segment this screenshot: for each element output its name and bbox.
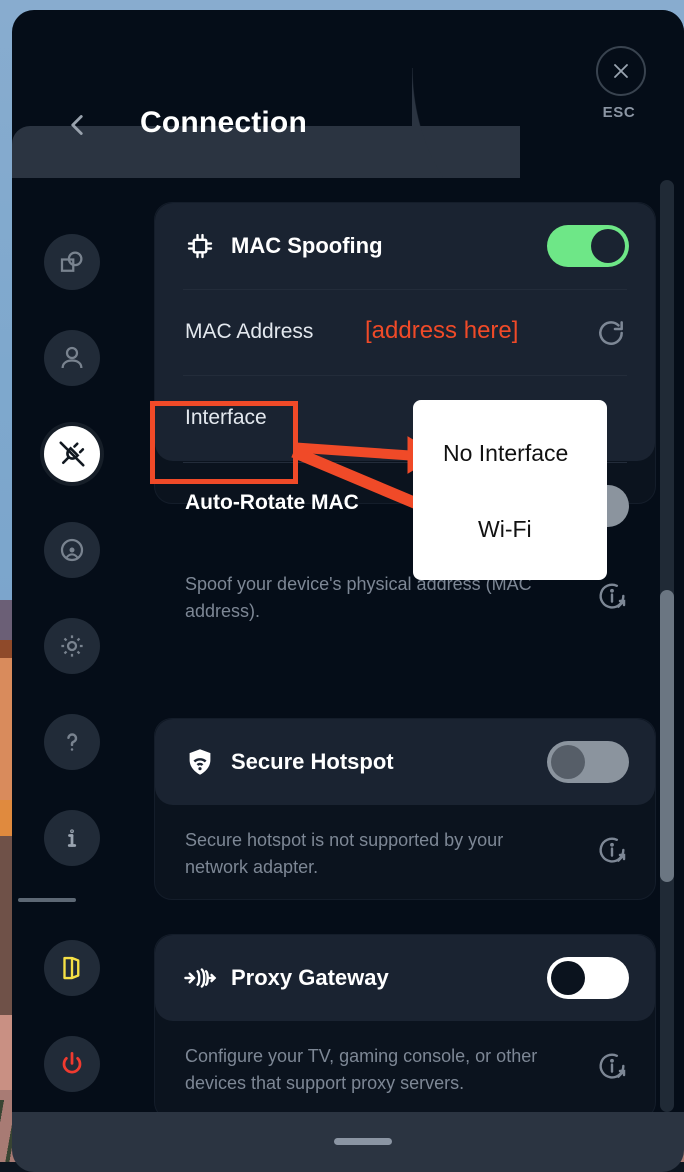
info-i-icon (67, 829, 77, 847)
plug-disconnect-icon (59, 441, 85, 467)
sidebar-item-about[interactable] (44, 810, 100, 866)
page-title: Connection (140, 106, 307, 139)
toggle-knob (551, 961, 585, 995)
card-proxy-gateway: Proxy Gateway Configure your TV, gaming … (154, 934, 656, 1120)
sidebar-divider (18, 898, 76, 902)
refresh-icon (599, 321, 623, 345)
person-icon (61, 346, 83, 369)
info-external-icon (599, 1053, 626, 1079)
info-secure-hotspot-button[interactable] (595, 833, 629, 867)
chevron-left-icon (71, 115, 83, 135)
sidebar-item-recording[interactable] (44, 522, 100, 578)
description-secure-hotspot: Secure hotspot is not supported by your … (155, 805, 655, 899)
card-secure-hotspot: Secure Hotspot Secure hotspot is not sup… (154, 718, 656, 900)
row-label-mac-address: MAC Address (185, 320, 314, 343)
sidebar-item-apps[interactable] (44, 234, 100, 290)
info-external-icon (599, 837, 626, 863)
gear-icon (61, 635, 83, 657)
card-title-proxy-gateway: Proxy Gateway (231, 965, 389, 990)
sidebar-item-exit[interactable] (44, 940, 100, 996)
toggle-knob (551, 745, 585, 779)
scrollbar-thumb[interactable] (660, 590, 674, 882)
sidebar-item-connection[interactable] (44, 426, 100, 482)
row-label-auto-rotate-mac: Auto-Rotate MAC (185, 491, 359, 514)
cpu-chip-icon (183, 229, 217, 263)
description-text: Configure your TV, gaming console, or ot… (185, 1046, 538, 1093)
shield-wifi-icon (183, 745, 217, 779)
description-text: Secure hotspot is not supported by your … (185, 830, 504, 877)
target-record-icon (60, 538, 84, 562)
annotation-highlight-box (150, 401, 298, 484)
info-external-icon (599, 583, 626, 609)
app-window: Connection ESC MAC Spoofing MAC Address … (12, 10, 684, 1172)
back-button[interactable] (60, 108, 94, 142)
annotation-options-panel: No Interface Wi-Fi (413, 400, 607, 580)
question-mark-icon (67, 733, 78, 751)
sidebar-item-power[interactable] (44, 1036, 100, 1092)
close-x-icon (614, 64, 628, 78)
toggle-proxy-gateway[interactable] (547, 957, 629, 999)
annotation-option-no-interface[interactable]: No Interface (443, 440, 568, 467)
toggle-secure-hotspot[interactable] (547, 741, 629, 783)
toggle-mac-spoofing[interactable] (547, 225, 629, 267)
info-proxy-gateway-button[interactable] (595, 1049, 629, 1083)
exit-door-icon (63, 956, 80, 980)
header-curve (412, 68, 542, 178)
power-icon (62, 1052, 82, 1074)
close-button[interactable] (596, 46, 646, 96)
info-mac-spoofing-button[interactable] (595, 579, 629, 613)
shapes-overlap-icon (60, 251, 83, 272)
description-proxy-gateway: Configure your TV, gaming console, or ot… (155, 1021, 655, 1119)
refresh-mac-button[interactable] (595, 317, 627, 349)
toggle-knob (591, 229, 625, 263)
settings-list: MAC Spoofing MAC Address [address here] … (144, 180, 664, 1120)
card-title-mac-spoofing: MAC Spoofing (231, 233, 383, 258)
card-title-secure-hotspot: Secure Hotspot (231, 749, 394, 774)
sidebar-item-settings[interactable] (44, 618, 100, 674)
row-mac-address[interactable]: MAC Address [address here] (155, 290, 655, 376)
row-value-mac-address: [address here] (365, 317, 519, 344)
sidebar-item-account[interactable] (44, 330, 100, 386)
sidebar-item-help[interactable] (44, 714, 100, 770)
home-indicator[interactable] (334, 1138, 392, 1145)
esc-label: ESC (602, 104, 636, 121)
signal-broadcast-icon (183, 961, 217, 995)
sidebar (12, 180, 144, 1112)
annotation-option-wifi[interactable]: Wi-Fi (478, 516, 532, 543)
